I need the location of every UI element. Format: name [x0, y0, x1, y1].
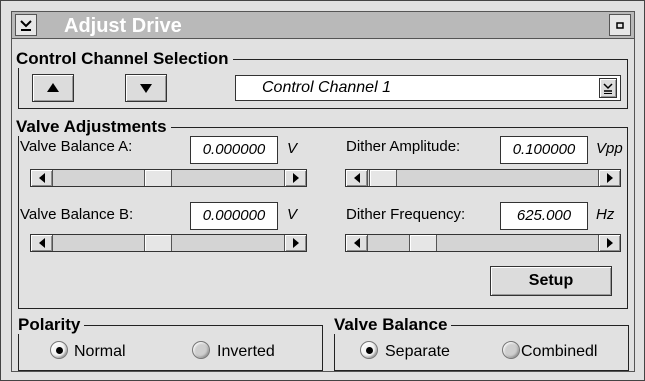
up-arrow-icon [47, 83, 59, 92]
dither-amplitude-unit: Vpp [596, 140, 623, 157]
valve-balance-legend: Valve Balance [334, 316, 452, 334]
valve-balance-b-label: Valve Balance B: [20, 206, 134, 223]
dither-amplitude-slider[interactable] [345, 169, 621, 187]
right-arrow-icon [293, 173, 299, 183]
scroll-left-button[interactable] [346, 170, 368, 186]
left-arrow-icon [39, 173, 45, 183]
polarity-normal-radio[interactable] [50, 341, 68, 359]
valve-balance-combined-radio[interactable] [502, 341, 520, 359]
window-close-button[interactable] [609, 14, 631, 36]
window-menu-icon [20, 20, 32, 31]
scroll-left-button[interactable] [31, 235, 53, 251]
channel-up-button[interactable] [32, 74, 74, 102]
slider-thumb[interactable] [144, 235, 173, 251]
control-channel-legend: Control Channel Selection [16, 50, 233, 68]
polarity-legend: Polarity [18, 316, 85, 334]
channel-down-button[interactable] [125, 74, 167, 102]
valve-balance-b-unit: V [287, 206, 298, 223]
valve-balance-b-input[interactable]: 0.000000 [190, 202, 278, 230]
dither-frequency-slider[interactable] [345, 234, 621, 252]
dither-amplitude-label: Dither Amplitude: [346, 138, 461, 155]
window-menu-button[interactable] [15, 14, 37, 36]
down-arrow-icon [140, 84, 152, 93]
control-channel-dropdown[interactable]: Control Channel 1 [235, 75, 621, 101]
scroll-right-button[interactable] [284, 235, 306, 251]
right-arrow-icon [607, 173, 613, 183]
left-arrow-icon [354, 238, 360, 248]
minimize-icon [616, 22, 624, 29]
dither-amplitude-input[interactable]: 0.100000 [500, 136, 588, 164]
valve-balance-a-input[interactable]: 0.000000 [190, 136, 278, 164]
window-title: Adjust Drive [64, 15, 182, 37]
polarity-inverted-radio[interactable] [192, 341, 210, 359]
valve-balance-b-slider[interactable] [30, 234, 307, 252]
scroll-left-button[interactable] [346, 235, 368, 251]
right-arrow-icon [607, 238, 613, 248]
title-bar[interactable]: Adjust Drive [11, 11, 635, 39]
window-content: Control Channel Selection Control Channe… [11, 39, 635, 372]
scroll-right-button[interactable] [598, 235, 620, 251]
polarity-inverted-label[interactable]: Inverted [217, 343, 275, 361]
scroll-left-button[interactable] [31, 170, 53, 186]
left-arrow-icon [39, 238, 45, 248]
adjust-drive-window: Adjust Drive Control Channel Selection C… [0, 0, 645, 381]
scroll-right-button[interactable] [598, 170, 620, 186]
setup-button[interactable]: Setup [490, 266, 612, 296]
scroll-right-button[interactable] [284, 170, 306, 186]
control-channel-value: Control Channel 1 [262, 79, 391, 96]
slider-thumb[interactable] [409, 235, 437, 251]
valve-balance-a-unit: V [287, 140, 298, 157]
polarity-normal-label[interactable]: Normal [74, 343, 126, 361]
slider-thumb[interactable] [144, 170, 173, 186]
valve-balance-combined-label[interactable]: Combinedl [521, 343, 597, 361]
dither-frequency-label: Dither Frequency: [346, 206, 466, 223]
valve-balance-separate-radio[interactable] [360, 341, 378, 359]
valve-balance-separate-label[interactable]: Separate [385, 343, 450, 361]
chevron-down-icon [603, 83, 613, 94]
slider-thumb[interactable] [369, 170, 397, 186]
dither-frequency-unit: Hz [596, 206, 615, 223]
dither-frequency-input[interactable]: 625.000 [500, 202, 588, 230]
valve-balance-a-slider[interactable] [30, 169, 307, 187]
valve-balance-a-label: Valve Balance A: [20, 138, 133, 155]
valve-adjustments-legend: Valve Adjustments [16, 118, 171, 136]
left-arrow-icon [354, 173, 360, 183]
dropdown-button[interactable] [599, 78, 617, 98]
right-arrow-icon [293, 238, 299, 248]
